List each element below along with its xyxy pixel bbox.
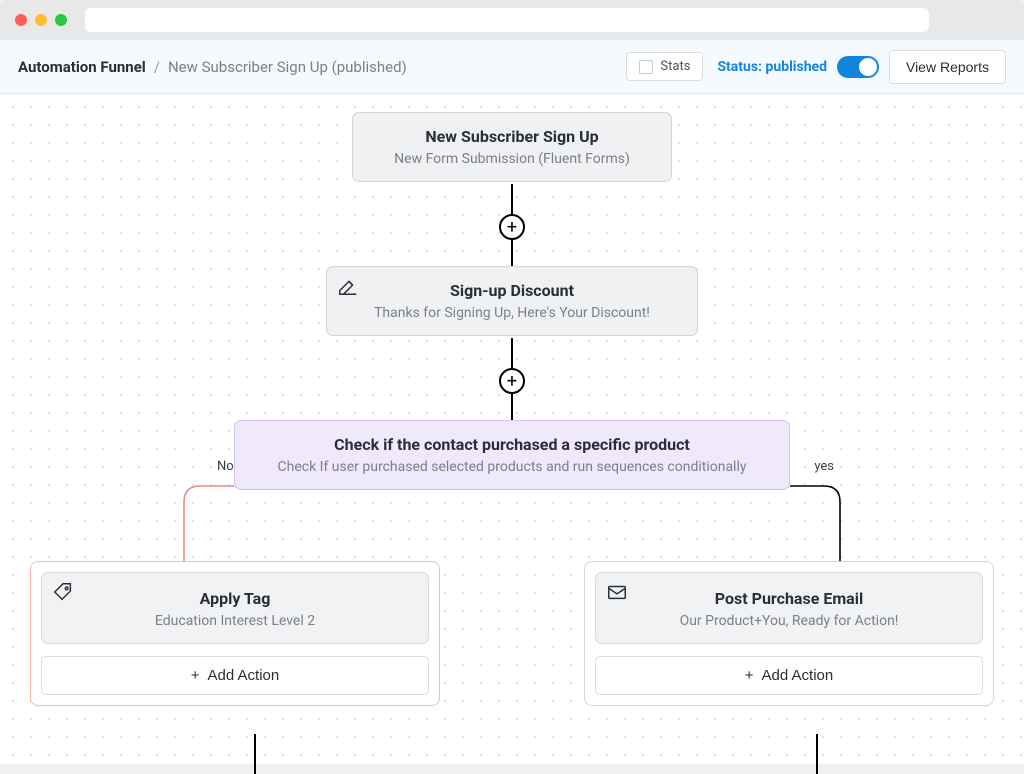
- condition-subtitle: Check If user purchased selected product…: [235, 454, 789, 489]
- view-reports-button[interactable]: View Reports: [889, 50, 1006, 84]
- breadcrumb-root[interactable]: Automation Funnel: [18, 58, 146, 76]
- email-node-title: Sign-up Discount: [327, 267, 697, 300]
- connector-line: [511, 338, 513, 368]
- breadcrumb-separator: /: [154, 58, 160, 76]
- automation-canvas[interactable]: New Subscriber Sign Up New Form Submissi…: [0, 94, 1024, 764]
- traffic-lights: [15, 14, 67, 26]
- stats-label: Stats: [660, 59, 690, 74]
- connector-line: [511, 394, 513, 420]
- no-branch-container: Apply Tag Education Interest Level 2 + A…: [30, 561, 440, 706]
- app-header: Automation Funnel / New Subscriber Sign …: [0, 40, 1024, 94]
- browser-chrome: [0, 0, 1024, 40]
- trigger-node[interactable]: New Subscriber Sign Up New Form Submissi…: [352, 112, 672, 182]
- breadcrumb-current: New Subscriber Sign Up (published): [168, 58, 407, 76]
- maximize-window-button[interactable]: [55, 14, 67, 26]
- branch-label-yes: yes: [814, 459, 834, 474]
- branch-label-no: No: [217, 459, 234, 474]
- add-step-button[interactable]: +: [499, 214, 525, 240]
- url-bar[interactable]: [85, 8, 929, 32]
- tag-icon: [52, 581, 74, 607]
- email-node-subtitle: Thanks for Signing Up, Here's Your Disco…: [327, 300, 697, 335]
- status-label: Status: published: [713, 59, 827, 75]
- email-node-title: Post Purchase Email: [606, 589, 972, 608]
- add-action-label: Add Action: [208, 667, 280, 684]
- condition-node[interactable]: Check if the contact purchased a specifi…: [234, 420, 790, 490]
- trigger-title: New Subscriber Sign Up: [353, 113, 671, 146]
- apply-tag-node[interactable]: Apply Tag Education Interest Level 2: [41, 572, 429, 644]
- header-controls: Stats Status: published View Reports: [626, 50, 1006, 84]
- yes-branch-container: Post Purchase Email Our Product+You, Rea…: [584, 561, 994, 706]
- breadcrumb: Automation Funnel / New Subscriber Sign …: [18, 58, 407, 76]
- trigger-subtitle: New Form Submission (Fluent Forms): [353, 146, 671, 181]
- condition-title: Check if the contact purchased a specifi…: [235, 421, 789, 454]
- connector-line: [254, 734, 256, 774]
- connector-line: [511, 184, 513, 214]
- minimize-window-button[interactable]: [35, 14, 47, 26]
- plus-icon: +: [191, 667, 200, 684]
- add-action-button-no[interactable]: + Add Action: [41, 656, 429, 695]
- apply-tag-subtitle: Education Interest Level 2: [52, 613, 418, 629]
- post-purchase-email-node[interactable]: Post Purchase Email Our Product+You, Rea…: [595, 572, 983, 644]
- envelope-icon: [606, 581, 628, 607]
- status-toggle[interactable]: [837, 56, 879, 78]
- close-window-button[interactable]: [15, 14, 27, 26]
- connector-line: [511, 240, 513, 266]
- add-action-label: Add Action: [762, 667, 834, 684]
- email-node-signup-discount[interactable]: Sign-up Discount Thanks for Signing Up, …: [326, 266, 698, 336]
- compose-icon: [337, 275, 359, 301]
- connector-line: [816, 734, 818, 774]
- email-node-subtitle: Our Product+You, Ready for Action!: [606, 613, 972, 629]
- stats-checkbox[interactable]: [639, 60, 653, 74]
- add-action-button-yes[interactable]: + Add Action: [595, 656, 983, 695]
- apply-tag-title: Apply Tag: [52, 589, 418, 608]
- add-step-button[interactable]: +: [499, 368, 525, 394]
- stats-toggle-button[interactable]: Stats: [626, 52, 703, 81]
- plus-icon: +: [745, 667, 754, 684]
